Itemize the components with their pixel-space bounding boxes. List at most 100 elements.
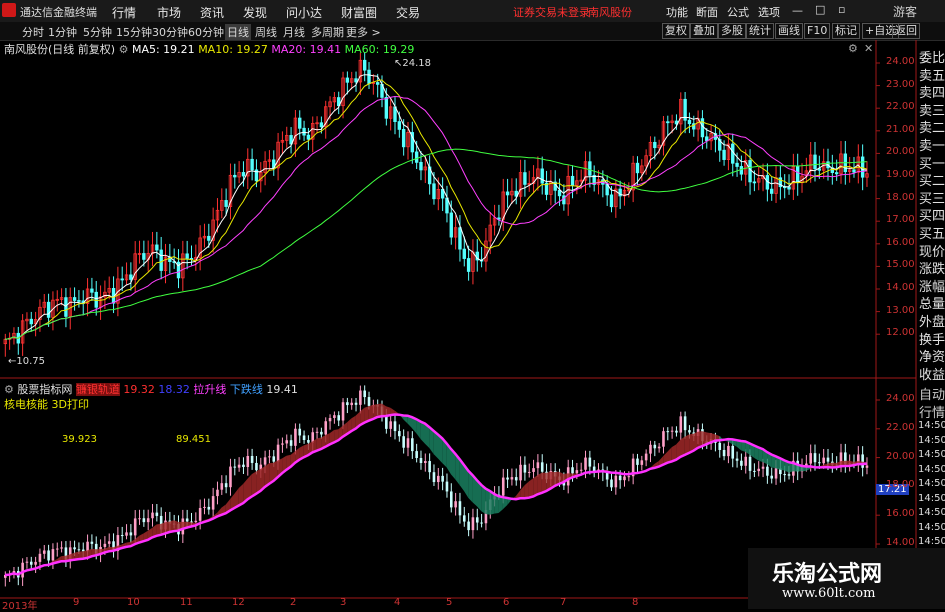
side-label: 买一 <box>919 153 945 172</box>
menu-item[interactable]: 问小达 <box>286 4 322 21</box>
date-label: 3 <box>340 597 346 608</box>
y-tick-label: 14.00 <box>886 282 915 293</box>
y-tick-label: 12.00 <box>886 327 915 338</box>
restore-icon[interactable]: □ <box>815 3 825 16</box>
right-menu-item[interactable]: 断面 <box>696 4 718 20</box>
candle-body <box>610 195 613 207</box>
menu-item[interactable]: 交易 <box>396 4 420 21</box>
right-menu-item[interactable]: 公式 <box>727 4 749 20</box>
sub-candle-body <box>576 470 579 473</box>
sub-candle-body <box>307 440 310 443</box>
kline-chart[interactable] <box>0 40 945 609</box>
time-tick-label: 14:50 <box>918 507 945 518</box>
menu-item[interactable]: 市场 <box>157 4 181 21</box>
candle-body <box>363 60 366 70</box>
tab-period[interactable]: 15分钟 <box>116 24 152 40</box>
candle-body <box>753 182 756 183</box>
sub-candle-body <box>104 544 107 547</box>
tab-period[interactable]: 周线 <box>255 24 277 40</box>
toolbar-button[interactable]: F10 <box>804 23 830 39</box>
sub-candle-body <box>363 391 366 398</box>
toolbar-button[interactable]: 叠加 <box>690 23 718 39</box>
sub-candle-body <box>143 518 146 522</box>
login-warning[interactable]: 证券交易未登录 <box>513 4 590 20</box>
candle-body <box>415 152 418 162</box>
tab-period[interactable]: 5分钟 <box>83 24 112 40</box>
date-label: 4 <box>394 597 400 608</box>
guest-button[interactable]: 游客 <box>893 3 917 20</box>
y-tick-label: 15.00 <box>886 259 915 270</box>
tab-period[interactable]: 1分钟 <box>48 24 77 40</box>
y-tick-label: 23.00 <box>886 79 915 90</box>
sub-y-axis <box>876 400 880 544</box>
settings-icon[interactable]: ⚙ <box>119 43 129 56</box>
candle-body <box>346 78 349 82</box>
sub-candle-body <box>606 472 609 479</box>
toolbar-button[interactable]: 标记 <box>832 23 860 39</box>
maximize-icon[interactable]: ▫ <box>838 3 845 16</box>
close-icon[interactable]: ✕ <box>864 42 873 55</box>
toolbar-button[interactable]: 画线 <box>775 23 803 39</box>
sub-candle-body <box>666 431 669 432</box>
candle-body <box>688 120 691 123</box>
toolbar-button[interactable]: 多股 <box>718 23 746 39</box>
sub-candle-body <box>359 391 362 405</box>
tab-period[interactable]: 月线 <box>283 24 305 40</box>
side-label: 总量 <box>919 293 945 312</box>
sub-candle-body <box>528 472 531 473</box>
tab-more[interactable]: 更多 > <box>346 24 381 40</box>
toolbar-button[interactable]: 统计 <box>746 23 774 39</box>
side-label: 收益 <box>919 364 945 383</box>
tab-period[interactable]: 60分钟 <box>188 24 224 40</box>
right-menu-item[interactable]: 选项 <box>758 4 780 20</box>
sub-candle-body <box>433 472 436 482</box>
y-tick-label: 13.00 <box>886 305 915 316</box>
band-segment <box>499 496 503 513</box>
tab-period-active[interactable]: 日线 <box>225 24 251 40</box>
sub-candle-body <box>407 438 410 447</box>
candle-body <box>156 245 159 250</box>
candle-body <box>467 259 470 272</box>
time-tick-label: 14:50 <box>918 449 945 460</box>
toolbar-button[interactable]: 复权 <box>662 23 690 39</box>
settings-icon[interactable]: ⚙ <box>848 42 858 55</box>
sub-candle-body <box>450 491 453 507</box>
sub-candle-body <box>467 522 470 531</box>
candle-body <box>130 275 133 280</box>
sub-candle-body <box>186 518 189 521</box>
tab-period[interactable]: 30分钟 <box>152 24 188 40</box>
y-tick-label: 22.00 <box>886 101 915 112</box>
date-label: 8 <box>632 597 638 608</box>
right-menu-item[interactable]: 功能 <box>666 4 688 20</box>
sub-candle-body <box>264 457 267 464</box>
period-toolbar: 分时 1分钟 5分钟 15分钟 30分钟 60分钟 日线 周线 月线 多周期 更… <box>0 22 945 41</box>
menu-item[interactable]: 发现 <box>243 4 267 21</box>
time-tick-label: 14:50 <box>918 464 945 475</box>
tab-period[interactable]: 多周期 <box>311 24 344 40</box>
menu-item[interactable]: 财富圈 <box>341 4 377 21</box>
settings-icon[interactable]: ⚙ <box>4 383 14 396</box>
y-tick-label: 18.00 <box>886 192 915 203</box>
minimize-icon[interactable]: — <box>792 4 803 17</box>
ma20-line <box>5 97 867 340</box>
side-label: 买二 <box>919 170 945 189</box>
candle-body <box>95 292 98 307</box>
sub-y-tick-label: 24.00 <box>886 393 915 404</box>
tab-period[interactable]: 分时 <box>22 24 44 40</box>
sub-candle-body <box>762 467 765 469</box>
sub-candle-body <box>658 447 661 449</box>
sub-candle-body <box>34 562 37 565</box>
sub-candle-body <box>684 416 687 430</box>
candle-body <box>121 279 124 280</box>
side-label: 买五 <box>919 223 945 242</box>
app-logo-icon <box>2 3 16 17</box>
sub-candle-body <box>580 470 583 471</box>
menu-item[interactable]: 行情 <box>112 4 136 21</box>
menu-item[interactable]: 资讯 <box>200 4 224 21</box>
sub-candle-body <box>195 521 198 522</box>
toolbar-button[interactable]: 返回 <box>892 23 920 39</box>
sub-candle-body <box>212 496 215 509</box>
candle-body <box>78 300 81 301</box>
sub-candle-body <box>740 461 743 466</box>
high-price-label: ↖24.18 <box>394 58 431 69</box>
